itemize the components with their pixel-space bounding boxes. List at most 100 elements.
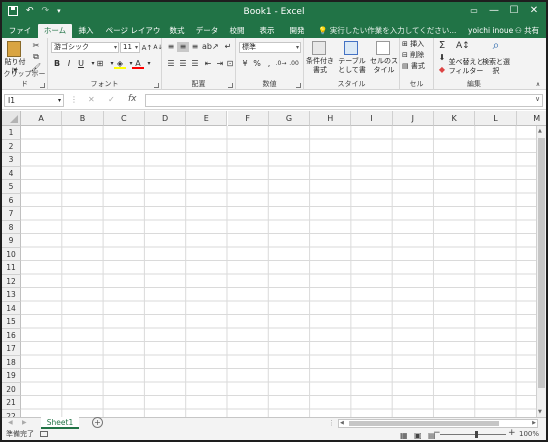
- row-header[interactable]: 22: [2, 409, 21, 417]
- add-sheet-button[interactable]: +: [92, 417, 103, 428]
- align-bottom-icon[interactable]: ≡: [189, 42, 201, 52]
- font-size-combo[interactable]: 11 ▾: [120, 42, 140, 53]
- row-header[interactable]: 2: [2, 139, 21, 153]
- font-name-combo[interactable]: 游ゴシック ▾: [51, 42, 119, 53]
- merge-center-icon[interactable]: ⊡: [224, 59, 236, 69]
- increase-decimal-icon[interactable]: .0→: [275, 59, 287, 69]
- copy-icon[interactable]: ⧉: [30, 52, 42, 62]
- cancel-formula-icon[interactable]: ✕: [88, 95, 95, 104]
- vertical-scrollbar[interactable]: ▲ ▼: [536, 126, 546, 417]
- align-center-icon[interactable]: ☰: [177, 59, 189, 69]
- minimize-button[interactable]: —: [487, 4, 501, 18]
- tab-developer[interactable]: 開発: [286, 24, 308, 38]
- column-header[interactable]: K: [434, 111, 476, 126]
- borders-icon[interactable]: ⊞: [94, 59, 106, 69]
- column-header[interactable]: F: [227, 111, 269, 126]
- maximize-button[interactable]: ☐: [507, 4, 521, 18]
- column-header[interactable]: H: [310, 111, 352, 126]
- cut-icon[interactable]: ✂: [30, 41, 42, 51]
- row-header[interactable]: 20: [2, 382, 21, 396]
- tab-data[interactable]: データ: [194, 24, 220, 38]
- select-all-button[interactable]: [2, 111, 21, 126]
- insert-cells-button[interactable]: ⊞ 挿入: [402, 40, 432, 49]
- formula-input[interactable]: [145, 94, 543, 107]
- next-sheet-icon[interactable]: ▶: [22, 419, 27, 426]
- number-format-combo[interactable]: 標準 ▾: [239, 42, 301, 53]
- row-header[interactable]: 21: [2, 396, 21, 410]
- zoom-slider-track[interactable]: [440, 434, 506, 435]
- row-header[interactable]: 12: [2, 274, 21, 288]
- scroll-right-icon[interactable]: ▶: [532, 420, 536, 426]
- column-header[interactable]: J: [392, 111, 434, 126]
- row-header[interactable]: 19: [2, 369, 21, 383]
- row-header[interactable]: 4: [2, 166, 21, 180]
- page-layout-view-icon[interactable]: ▣: [414, 430, 422, 440]
- italic-button[interactable]: I: [63, 59, 75, 69]
- percent-button[interactable]: %: [251, 59, 263, 69]
- conditional-formatting-icon[interactable]: [312, 41, 326, 55]
- comma-button[interactable]: ,: [263, 59, 275, 69]
- sort-filter-icon[interactable]: A↕: [456, 41, 470, 51]
- cell-styles-icon[interactable]: [376, 41, 390, 55]
- column-header[interactable]: E: [186, 111, 228, 126]
- orientation-icon[interactable]: ab↗: [202, 42, 219, 52]
- underline-button[interactable]: U: [75, 59, 87, 69]
- column-header[interactable]: G: [268, 111, 311, 126]
- normal-view-icon[interactable]: ▦: [400, 430, 408, 440]
- row-header[interactable]: 16: [2, 328, 21, 342]
- row-header[interactable]: 15: [2, 315, 21, 329]
- tab-review[interactable]: 校閲: [226, 24, 248, 38]
- sort-filter-button[interactable]: 並べ替えとフィルター: [448, 58, 484, 76]
- find-select-button[interactable]: 検索と選択: [482, 58, 510, 76]
- sheet-tab-sheet1[interactable]: Sheet1: [41, 417, 79, 429]
- font-launcher-icon[interactable]: [154, 83, 159, 88]
- column-header[interactable]: I: [351, 111, 393, 126]
- macro-record-icon[interactable]: [40, 431, 48, 437]
- find-select-icon[interactable]: ⌕: [490, 39, 502, 51]
- align-middle-icon[interactable]: ≡: [177, 42, 189, 52]
- font-color-dropdown-icon[interactable]: ▾: [143, 59, 155, 69]
- tab-split-grip-icon[interactable]: ⋮: [328, 419, 335, 427]
- bold-button[interactable]: B: [51, 59, 63, 69]
- tab-file[interactable]: ファイル: [6, 24, 34, 48]
- share-button[interactable]: ⚇ 共有: [515, 24, 539, 37]
- zoom-in-button[interactable]: +: [508, 428, 516, 439]
- horizontal-scroll-thumb[interactable]: [349, 421, 499, 426]
- delete-cells-button[interactable]: ⊟ 削除: [402, 51, 432, 60]
- tab-page-layout[interactable]: ページ レイアウト: [104, 24, 162, 48]
- tell-me-box[interactable]: 💡 実行したい作業を入力してください...: [318, 24, 456, 37]
- clear-icon[interactable]: ◆: [436, 65, 448, 75]
- collapse-ribbon-icon[interactable]: ∧: [532, 80, 544, 90]
- column-header[interactable]: B: [62, 111, 104, 126]
- close-button[interactable]: ✕: [527, 4, 541, 18]
- clipboard-launcher-icon[interactable]: [40, 83, 45, 88]
- column-header[interactable]: M: [516, 111, 546, 126]
- zoom-level[interactable]: 100%: [519, 429, 539, 440]
- row-header[interactable]: 13: [2, 288, 21, 302]
- format-as-table-button[interactable]: テーブルとして書式設定: [335, 57, 369, 75]
- alignment-launcher-icon[interactable]: [228, 83, 233, 88]
- scroll-up-icon[interactable]: ▲: [538, 128, 542, 134]
- scroll-left-icon[interactable]: ◀: [340, 420, 344, 426]
- ribbon-display-options-icon[interactable]: ▭: [467, 4, 481, 18]
- row-header[interactable]: 5: [2, 180, 21, 194]
- currency-button[interactable]: ¥: [239, 59, 251, 69]
- vertical-scroll-thumb[interactable]: [538, 138, 545, 388]
- insert-function-icon[interactable]: fx: [128, 94, 137, 104]
- user-name[interactable]: yoichi inoue: [468, 24, 513, 37]
- autosum-icon[interactable]: Σ: [436, 41, 448, 51]
- row-header[interactable]: 14: [2, 301, 21, 315]
- align-top-icon[interactable]: ≡: [165, 42, 177, 52]
- column-header[interactable]: C: [103, 111, 145, 126]
- scroll-down-icon[interactable]: ▼: [538, 409, 542, 415]
- horizontal-scrollbar[interactable]: ◀ ▶: [338, 419, 538, 428]
- row-header[interactable]: 9: [2, 234, 21, 248]
- row-header[interactable]: 8: [2, 220, 21, 234]
- row-header[interactable]: 18: [2, 355, 21, 369]
- row-header[interactable]: 7: [2, 207, 21, 221]
- conditional-formatting-button[interactable]: 条件付き書式: [305, 57, 335, 75]
- tab-formulas[interactable]: 数式: [166, 24, 188, 38]
- cell-styles-button[interactable]: セルのスタイル: [369, 57, 399, 75]
- cells-area[interactable]: [21, 126, 546, 417]
- format-cells-button[interactable]: ▤ 書式: [402, 62, 432, 71]
